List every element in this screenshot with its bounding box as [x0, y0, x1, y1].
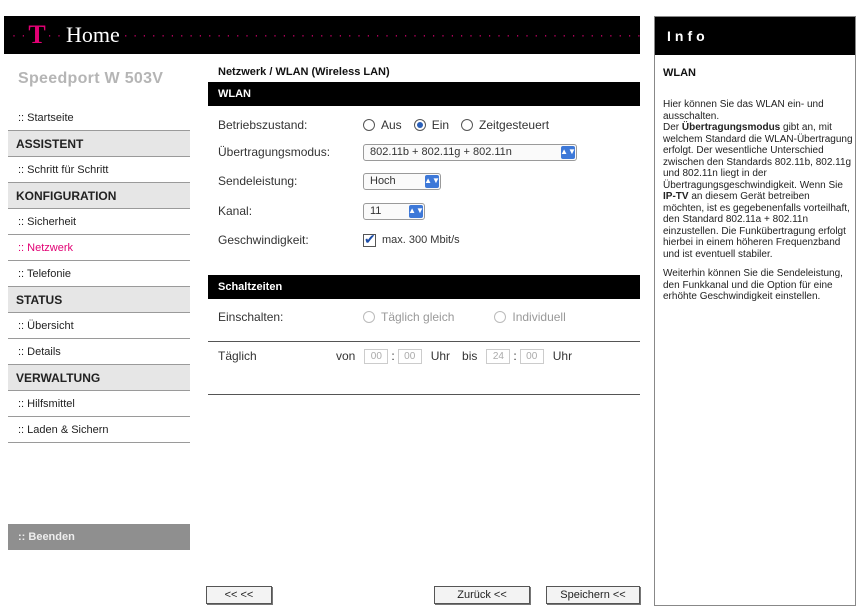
from-hour-input[interactable]: 00: [364, 348, 389, 364]
bis-label: bis: [462, 349, 478, 363]
betriebszustand-label: Betriebszustand:: [218, 118, 308, 132]
speichern-button[interactable]: Speichern <<: [546, 586, 640, 604]
sidebar-section-konfiguration: KONFIGURATION: [8, 183, 190, 209]
telekom-logo-icon: T: [28, 20, 46, 49]
sidebar-item-schritt-fuer-schritt[interactable]: :: Schritt für Schritt: [8, 157, 190, 183]
radio-individuell-circle[interactable]: [494, 311, 507, 323]
header-bar: · · T · · Home · · · · · · · · · · · · ·…: [4, 16, 640, 54]
sidebar-item-telefonie[interactable]: :: Telefonie: [8, 261, 190, 287]
einschalten-row: Einschalten: Täglich gleich Individuell: [218, 306, 578, 328]
header-dots-mid: · ·: [47, 28, 62, 42]
info-paragraph-1: Hier können Sie das WLAN ein- und aussch…: [663, 99, 853, 260]
info-text: Hier können Sie das WLAN ein- und aussch…: [663, 99, 853, 311]
sendeleistung-label: Sendeleistung:: [218, 174, 298, 188]
radio-ein-label: Ein: [431, 118, 450, 132]
select-arrows-icon: ▲▼: [424, 174, 440, 188]
schaltzeiten-section-bar: Schaltzeiten: [208, 275, 640, 299]
page-title: Home: [66, 22, 120, 47]
sidebar-item-laden-sichern[interactable]: :: Laden & Sichern: [8, 417, 190, 443]
sidebar-section-assistent: ASSISTENT: [8, 131, 190, 157]
from-minute-input[interactable]: 00: [397, 348, 422, 364]
sendeleistung-value: Hoch: [370, 175, 396, 187]
geschwindigkeit-checkbox[interactable]: [363, 231, 376, 248]
sidebar-item-details[interactable]: :: Details: [8, 339, 190, 365]
sidebar-item-sicherheit[interactable]: :: Sicherheit: [8, 209, 190, 235]
radio-aus[interactable]: Aus: [363, 118, 402, 132]
radio-zeitgesteuert-label: Zeitgesteuert: [479, 118, 550, 132]
sendeleistung-row: Sendeleistung: Hoch ▲▼: [218, 170, 441, 192]
radio-taeglich-gleich-label: Täglich gleich: [381, 310, 455, 324]
divider-line: [208, 341, 640, 342]
select-arrows-icon: ▲▼: [408, 204, 424, 218]
breadcrumb: Netzwerk / WLAN (Wireless LAN): [218, 66, 390, 78]
von-label: von: [336, 349, 356, 363]
geschwindigkeit-checkbox-label: max. 300 Mbit/s: [382, 234, 460, 246]
info-bold-term: Übertragungsmodus: [681, 122, 781, 133]
radio-zeitgesteuert[interactable]: Zeitgesteuert: [461, 118, 549, 132]
sidebar-nav: :: Startseite ASSISTENT :: Schritt für S…: [8, 105, 190, 443]
radio-individuell[interactable]: Individuell: [494, 310, 566, 324]
header-dots-right: · · · · · · · · · · · · · · · · · · · · …: [123, 28, 640, 42]
info-panel: Info WLAN Hier können Sie das WLAN ein- …: [654, 16, 856, 606]
radio-taeglich-gleich-circle[interactable]: [363, 311, 375, 323]
logout-button[interactable]: :: Beenden: [8, 524, 190, 550]
info-section-title: WLAN: [663, 67, 696, 79]
sidebar-section-verwaltung: VERWALTUNG: [8, 365, 190, 391]
radio-zeitgesteuert-circle[interactable]: [461, 119, 474, 131]
uebertragungsmodus-row: Übertragungsmodus: 802.11b + 802.11g + 8…: [218, 141, 577, 163]
geschwindigkeit-row: Geschwindigkeit: max. 300 Mbit/s: [218, 229, 460, 251]
uhr-label-2: Uhr: [552, 349, 573, 363]
geschwindigkeit-label: Geschwindigkeit:: [218, 233, 309, 247]
radio-ein[interactable]: Ein: [413, 118, 450, 132]
kanal-row: Kanal: 11 ▲▼: [218, 200, 425, 222]
sidebar-section-status: STATUS: [8, 287, 190, 313]
divider-line: [208, 394, 640, 395]
radio-aus-label: Aus: [381, 118, 402, 132]
info-panel-title: Info: [655, 17, 855, 55]
to-hour-input[interactable]: 24: [486, 348, 511, 364]
info-intro: Hier können Sie das WLAN ein- und aussch…: [663, 99, 824, 122]
taeglich-label: Täglich: [218, 349, 257, 363]
radio-individuell-label: Individuell: [512, 310, 566, 324]
sidebar-item-netzwerk[interactable]: :: Netzwerk: [8, 235, 190, 261]
sidebar-item-startseite[interactable]: :: Startseite: [8, 105, 190, 131]
back-back-button[interactable]: << <<: [206, 586, 272, 604]
info-text-part: Der: [663, 122, 682, 133]
info-paragraph-2: Weiterhin können Sie die Sendeleistung, …: [663, 268, 843, 302]
info-text-part: an diesem Gerät betreiben möchten, ist e…: [663, 191, 850, 260]
taeglich-row: Täglich von 00: 00 Uhr bis 24: 00 Uhr: [218, 348, 573, 364]
wlan-section-bar: WLAN: [208, 82, 640, 106]
to-minute-input[interactable]: 00: [519, 348, 544, 364]
sendeleistung-select[interactable]: Hoch ▲▼: [363, 172, 441, 190]
radio-taeglich-gleich[interactable]: Täglich gleich: [363, 310, 454, 324]
select-arrows-icon: ▲▼: [560, 145, 576, 159]
zurueck-button[interactable]: Zurück <<: [434, 586, 530, 604]
kanal-label: Kanal:: [218, 204, 253, 218]
uebertragungsmodus-value: 802.11b + 802.11g + 802.11n: [370, 146, 512, 158]
uhr-label-1: Uhr: [430, 349, 451, 363]
header-dots-left: · ·: [12, 28, 27, 42]
info-bold-term: IP-TV: [663, 191, 689, 202]
kanal-value: 11: [370, 205, 382, 217]
sidebar-item-uebersicht[interactable]: :: Übersicht: [8, 313, 190, 339]
device-name: Speedport W 503V: [18, 70, 164, 87]
kanal-select[interactable]: 11 ▲▼: [363, 202, 425, 220]
radio-ein-circle[interactable]: [413, 119, 426, 131]
uebertragungsmodus-select[interactable]: 802.11b + 802.11g + 802.11n ▲▼: [363, 143, 577, 161]
radio-aus-circle[interactable]: [363, 119, 375, 131]
sidebar-item-hilfsmittel[interactable]: :: Hilfsmittel: [8, 391, 190, 417]
betriebszustand-row: Betriebszustand: Aus Ein Zeitgesteuert: [218, 114, 561, 136]
einschalten-label: Einschalten:: [218, 310, 284, 324]
uebertragungsmodus-label: Übertragungsmodus:: [218, 145, 331, 159]
